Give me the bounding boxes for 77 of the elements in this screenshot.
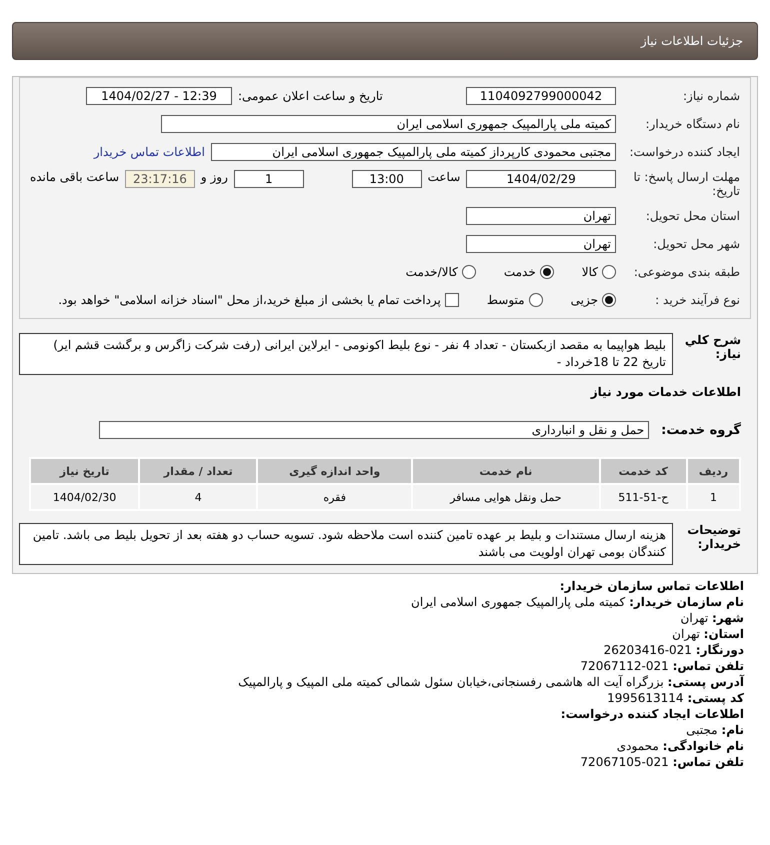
info-value: تهران (680, 611, 708, 625)
buyer-notes-text: هزینه ارسال مستندات و بلیط بر عهده تامین کننده است ملاحظه شود. تسویه حساب دو هفته بعد از تحویل بلیط می باشد. تامین کنندگان بومی تهران اولویت می باشند (19, 523, 673, 565)
field-label: توضیحات خریدار: (686, 523, 741, 551)
field-label: شماره نیاز: (682, 89, 740, 103)
field-label: شهر محل تحویل: (652, 237, 740, 251)
table-cell: فقره (258, 485, 411, 509)
info-value: تهران (672, 627, 700, 641)
table-cell: 1 (688, 485, 739, 509)
info-value: بزرگراه آیت اله هاشمی رفسنجانی،خیابان سئول شمالی کمیته ملی المپیک و پارالمپیک (238, 675, 664, 689)
info-label: نام خانوادگی: (662, 739, 744, 753)
info-label: شهر: (712, 611, 744, 625)
radio-button[interactable] (602, 293, 616, 307)
field-label: ساعت باقی مانده (30, 170, 119, 184)
requester-field[interactable]: مجتبی محمودی کارپرداز کمیته ملی پارالمپیک جمهوری اسلامی ایران (211, 143, 616, 161)
checkbox[interactable] (444, 293, 459, 307)
field-label: گروه خدمت: (661, 422, 741, 438)
info-label: نام سازمان خریدار: (629, 595, 744, 609)
field-label: روز و (200, 170, 228, 184)
field-label: استان محل تحویل: (644, 209, 740, 223)
info-value: 26203416-021 (604, 643, 692, 657)
column-header: تاریخ نیاز (31, 459, 138, 483)
info-label: نام: (721, 723, 744, 737)
info-label: تلفن تماس: (672, 659, 744, 673)
province-field[interactable]: تهران (466, 207, 616, 225)
description-text: بلیط هواپیما به مقصد ازبکستان - تعداد 4 نفر - نوع بلیط اکونومی - ایرلاین ایرانی (رفت شرکت زاگرس و برگشت قشم ایر) تاریخ 22 تا 18خرداد - (19, 333, 673, 375)
info-value: 72067112-021 (580, 659, 669, 673)
info-label: استان: (704, 627, 744, 641)
field-label: مهلت ارسال پاسخ: تا تاریخ: (632, 170, 740, 198)
info-label: کد پستی: (687, 691, 744, 705)
column-header: واحد اندازه گیری (258, 459, 411, 483)
section-title: اطلاعات ایجاد کننده درخواست: (560, 706, 744, 722)
service-group-field[interactable]: حمل و نقل و انبارداری (99, 421, 650, 439)
buyer-contact-link[interactable]: اطلاعات تماس خریدار (94, 145, 205, 159)
deadline-date-field[interactable]: 1404/02/29 (466, 170, 616, 188)
field-label: شرح کلي نیاز: (684, 333, 741, 361)
table-cell: حمل ونقل هوایی مسافر (412, 485, 599, 509)
remaining-time-field: 23:17:16 (125, 170, 195, 188)
section-title: اطلاعات تماس سازمان خریدار: (558, 578, 744, 594)
deadline-time-field[interactable]: 13:00 (352, 170, 422, 188)
field-label: ساعت (428, 170, 460, 184)
field-label: نوع فرآیند خرید : (654, 293, 740, 307)
option-label: خدمت (504, 265, 536, 279)
field-label: طبقه بندی موضوعی: (632, 265, 740, 279)
field-label: تاریخ و ساعت اعلان عمومی: (238, 89, 383, 103)
column-header: نام خدمت (412, 459, 599, 483)
option-label: متوسط (486, 293, 525, 307)
checkbox-label: پرداخت تمام یا بخشی از مبلغ خرید،از محل "اسناد خزانه اسلامی" خواهد بود. (58, 293, 441, 307)
info-value: 1995613114 (607, 691, 684, 705)
info-label: آدرس پستی: (668, 675, 744, 689)
page-title: جزئیات اطلاعات نیاز (640, 34, 743, 48)
announce-date-field[interactable]: 1404/02/27 - 12:39 (86, 87, 232, 105)
option-label: جزیی (570, 293, 598, 307)
need-number-field[interactable]: 1104092799000042 (466, 87, 616, 105)
option-label: کالا/خدمت (406, 265, 458, 279)
column-header: کد خدمت (600, 459, 686, 483)
info-value: محمودی (616, 739, 659, 753)
field-label: ایجاد کننده درخواست: (628, 145, 740, 159)
option-label: کالا (582, 265, 598, 279)
column-header: ردیف (688, 459, 739, 483)
days-field[interactable]: 1 (234, 170, 304, 188)
table-cell: 4 (140, 485, 256, 509)
info-value: کمیته ملی پارالمپیک جمهوری اسلامی ایران (411, 595, 626, 609)
info-value: 72067105-021 (580, 755, 669, 769)
radio-button[interactable] (540, 265, 554, 279)
info-label: دورنگار: (696, 643, 744, 657)
info-label: تلفن تماس: (672, 755, 744, 769)
radio-button[interactable] (602, 265, 616, 279)
table-cell: 1404/02/30 (31, 485, 138, 509)
column-header: تعداد / مقدار (140, 459, 256, 483)
info-value: مجتبی (686, 723, 718, 737)
field-label: نام دستگاه خریدار: (644, 117, 740, 131)
radio-button[interactable] (462, 265, 476, 279)
radio-button[interactable] (528, 293, 543, 307)
table-cell: ح-51-511 (600, 485, 686, 509)
section-title: اطلاعات خدمات مورد نیاز (589, 384, 742, 399)
buyer-org-field[interactable]: کمیته ملی پارالمپیک جمهوری اسلامی ایران (161, 115, 616, 133)
city-field[interactable]: تهران (466, 235, 616, 253)
